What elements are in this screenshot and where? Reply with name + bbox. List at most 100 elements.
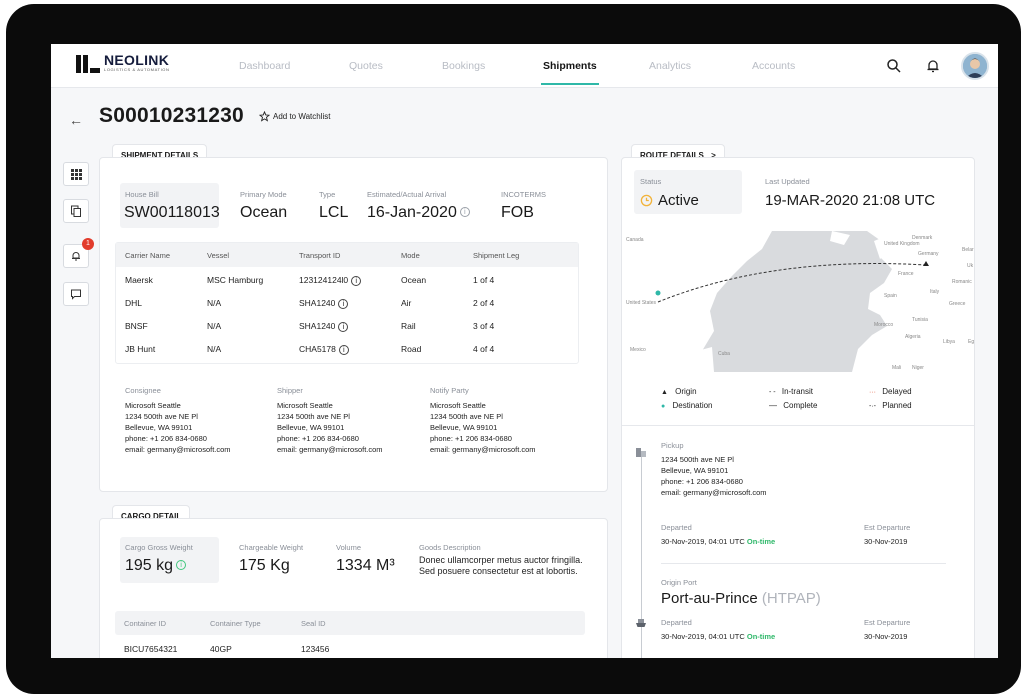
transport-id-cell: CHA5178 i: [299, 344, 349, 355]
message-icon: [71, 289, 81, 300]
notifications-tool-button[interactable]: 1: [63, 238, 94, 268]
shipper-address: Microsoft Seattle 1234 500th ave NE Pl B…: [277, 401, 383, 454]
transport-id-cell: SHA1240 i: [299, 321, 349, 332]
search-icon[interactable]: [885, 57, 903, 75]
column-header: Vessel: [207, 251, 230, 260]
legend-delayed: ··· Delayed: [869, 387, 912, 396]
route-map[interactable]: Canada United States Mexico Cuba United …: [622, 231, 975, 372]
notification-badge: 1: [82, 238, 94, 250]
vessel-cell: N/A: [207, 298, 222, 308]
ontime-status: On-time: [746, 537, 776, 546]
neolink-logo[interactable]: NEOLINK LOGISTICS & AUTOMATION: [76, 53, 170, 77]
carrier-cell: JB Hunt: [125, 344, 156, 354]
nav-bookings[interactable]: Bookings: [442, 44, 485, 88]
notify-party-label: Notify Party: [430, 386, 469, 395]
carrier-cell: Maersk: [125, 275, 153, 285]
column-header: Shipment Leg: [473, 251, 520, 260]
nav-accounts[interactable]: Accounts: [752, 44, 795, 88]
origin-departed-value: 30-Nov-2019, 04:01 UTC On-time: [661, 632, 776, 641]
map-label: Cuba: [718, 351, 730, 357]
ontime-status: On-time: [746, 632, 776, 641]
est-departure-label: Est Departure: [864, 618, 911, 627]
notify-party-address: Microsoft Seattle 1234 500th ave NE Pl B…: [430, 401, 536, 454]
mode-cell: Ocean: [401, 275, 427, 285]
bell-icon[interactable]: [924, 57, 942, 75]
incoterms-value: FOB: [501, 204, 534, 221]
info-icon[interactable]: i: [338, 321, 349, 332]
divider: [661, 563, 946, 564]
add-to-watchlist-button[interactable]: Add to Watchlist: [259, 111, 331, 122]
planned-legend-icon: -·-: [869, 403, 876, 410]
message-tool-button[interactable]: [63, 282, 89, 306]
info-icon[interactable]: i: [459, 207, 470, 217]
chargeable-weight-label: Chargeable Weight: [239, 543, 304, 552]
nav-dashboard[interactable]: Dashboard: [239, 44, 290, 88]
arrival-date: 16-Jan-2020: [367, 204, 457, 221]
back-button[interactable]: ←: [69, 112, 83, 128]
pickup-est-departure-value: 30-Nov-2019: [864, 537, 908, 546]
column-header: Seal ID: [301, 619, 326, 628]
logo-tagline: LOGISTICS & AUTOMATION: [104, 67, 170, 72]
avatar[interactable]: [961, 52, 989, 80]
pickup-address: 1234 500th ave NE Pl Bellevue, WA 99101 …: [661, 455, 767, 497]
info-icon[interactable]: i: [176, 560, 187, 570]
column-header: Container Type: [210, 619, 261, 628]
last-updated-value: 19-MAR-2020 21:08 UTC: [765, 192, 936, 209]
map-label: Italy: [930, 289, 940, 295]
departed-label: Departed: [661, 523, 692, 532]
house-bill-label: House Bill: [125, 190, 159, 199]
gross-weight-value: 195 kg i: [125, 557, 187, 575]
info-icon[interactable]: i: [338, 298, 349, 309]
transport-legs-table: Carrier Name Vessel Transport ID Mode Sh…: [115, 242, 579, 364]
watchlist-label: Add to Watchlist: [273, 112, 331, 121]
divider: [622, 425, 974, 426]
origin-port-code: (HTPAP): [761, 590, 821, 607]
legend-origin: ▲ Origin: [661, 387, 697, 396]
bell-icon: [72, 252, 80, 261]
origin-legend-icon: ▲: [661, 389, 668, 396]
map-label: Eg: [968, 339, 974, 345]
goods-description-label: Goods Description: [419, 543, 481, 552]
column-header: Transport ID: [299, 251, 341, 260]
consignee-address: Microsoft Seattle 1234 500th ave NE Pl B…: [125, 401, 231, 454]
info-icon[interactable]: i: [338, 344, 349, 355]
copy-icon: [71, 205, 81, 217]
consignee-label: Consignee: [125, 386, 161, 395]
type-value: LCL: [319, 204, 349, 221]
shipment-details-card: House Bill SW00118013 Primary Mode Ocean…: [99, 157, 608, 492]
mode-cell: Rail: [401, 321, 416, 331]
nav-quotes[interactable]: Quotes: [349, 44, 383, 88]
map-label: Libya: [943, 339, 955, 345]
leg-cell: 3 of 4: [473, 321, 495, 331]
destination-legend-icon: ●: [661, 403, 666, 410]
complete-legend-icon: —: [769, 401, 777, 410]
info-icon[interactable]: i: [351, 275, 362, 286]
copy-tool-button[interactable]: [63, 199, 89, 223]
mode-cell: Road: [401, 344, 422, 354]
mode-cell: Air: [401, 298, 412, 308]
grid-icon: [70, 168, 82, 180]
primary-mode-label: Primary Mode: [240, 190, 287, 199]
map-label: Mexico: [630, 347, 646, 353]
map-label: United Kingdom: [884, 241, 920, 247]
carrier-cell: BNSF: [125, 321, 148, 331]
logo-name: NEOLINK: [104, 52, 170, 68]
last-updated-label: Last Updated: [765, 177, 810, 186]
top-navigation-bar: NEOLINK LOGISTICS & AUTOMATION Dashboard…: [51, 44, 998, 88]
map-label: Uk: [967, 263, 974, 269]
nav-analytics[interactable]: Analytics: [649, 44, 691, 88]
type-label: Type: [319, 190, 336, 199]
arrival-value: 16-Jan-2020 i: [367, 204, 470, 222]
map-label: United States: [626, 300, 657, 306]
map-label: Greece: [949, 301, 966, 307]
pickup-label: Pickup: [661, 441, 684, 450]
carrier-cell: DHL: [125, 298, 143, 308]
ship-icon: [636, 619, 646, 627]
delayed-legend-icon: ···: [869, 389, 876, 396]
logo-mark-icon: [76, 53, 100, 73]
leg-cell: 1 of 4: [473, 275, 495, 285]
nav-shipments[interactable]: Shipments: [541, 44, 599, 88]
shipper-label: Shipper: [277, 386, 303, 395]
grid-tool-button[interactable]: [63, 162, 89, 186]
origin-port-label: Origin Port: [661, 578, 697, 587]
